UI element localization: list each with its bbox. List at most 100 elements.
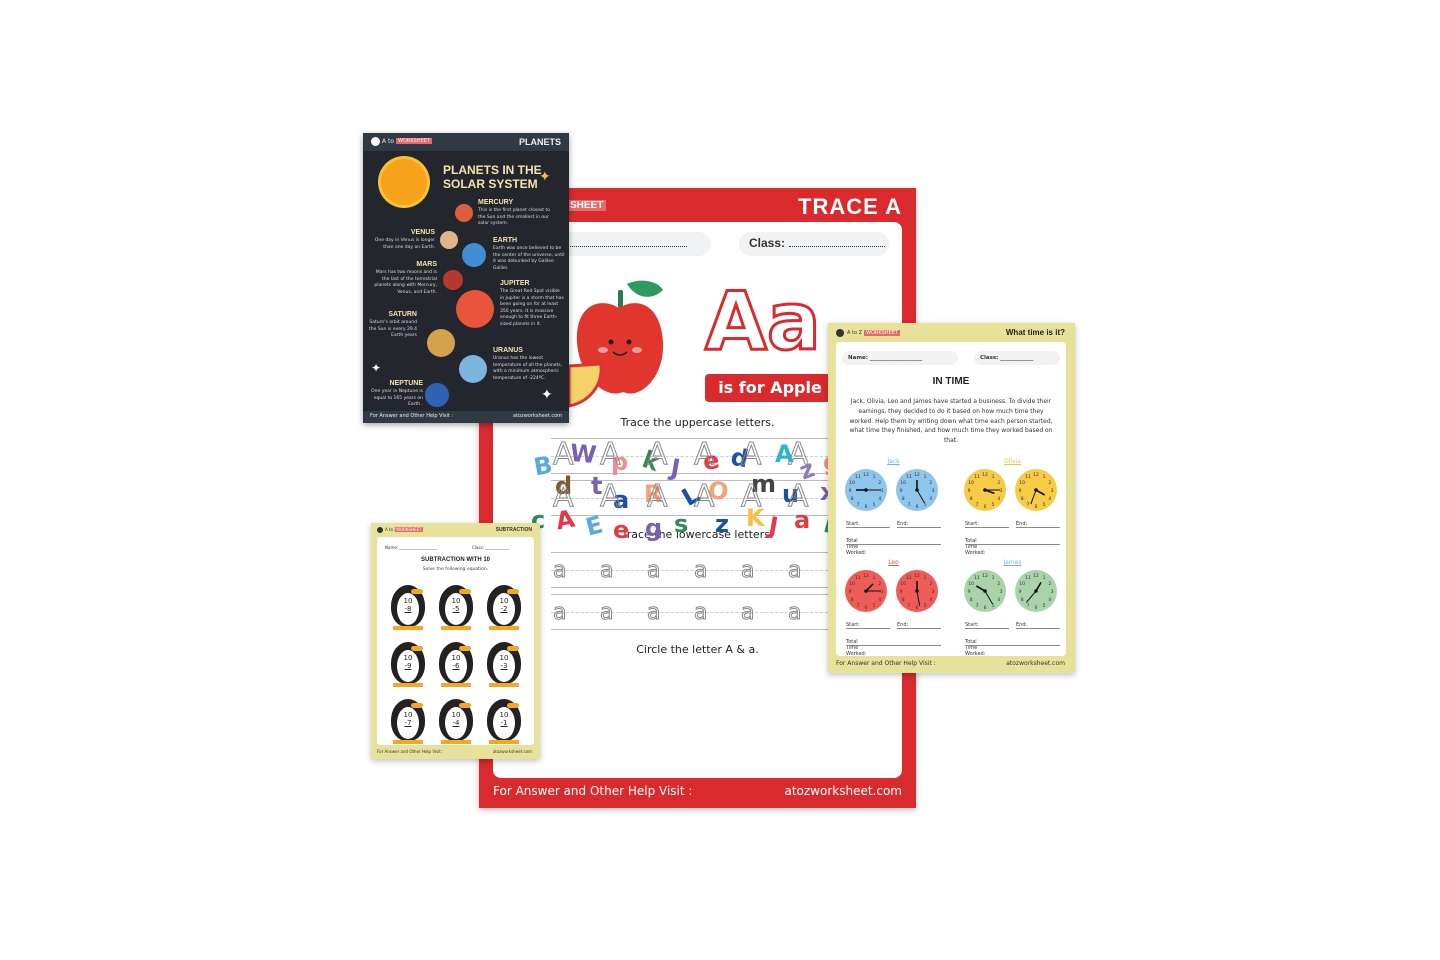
svg-text:2: 2 — [1048, 581, 1051, 587]
penguin-problem: 10 -8 — [387, 581, 429, 631]
svg-text:9: 9 — [849, 589, 852, 595]
venus-icon — [440, 231, 458, 249]
instructions: Jack, Olivia, Leo and James have started… — [849, 398, 1053, 445]
svg-text:7: 7 — [857, 502, 860, 508]
start-input[interactable] — [965, 522, 1009, 528]
end-input[interactable] — [897, 623, 941, 629]
svg-text:12: 12 — [982, 573, 988, 579]
clock-icon: 1234567891011 12 — [845, 469, 887, 511]
subtrahend: -8 — [404, 605, 412, 613]
planet-name: VENUS — [410, 229, 435, 236]
header-bar: A to Z WORKSHEET PLANETS — [363, 133, 569, 151]
name-field[interactable]: Name: ___________________ — [385, 545, 437, 550]
minuend: 10 — [499, 597, 509, 605]
uranus-icon — [459, 355, 487, 383]
planet-name: EARTH — [493, 237, 518, 244]
minuend: 10 — [499, 711, 509, 719]
planet-description: Uranus has the lowest temperature of all… — [493, 356, 563, 381]
svg-text:2: 2 — [1048, 480, 1051, 486]
svg-text:2: 2 — [929, 581, 932, 587]
clock-icon: 1234567891011 12 — [896, 469, 938, 511]
planet-name: JUPITER — [500, 280, 530, 287]
subtrahend: -1 — [500, 719, 508, 727]
svg-text:11: 11 — [1025, 575, 1031, 581]
total-input[interactable] — [965, 640, 1060, 646]
footer-website-link[interactable]: atozworksheet.com — [784, 784, 902, 798]
trace-letter: A — [694, 437, 716, 473]
planet-description: Saturn's orbit around the Sun is every 2… — [369, 320, 417, 338]
svg-text:8: 8 — [902, 496, 905, 502]
svg-text:10: 10 — [900, 581, 906, 587]
scatter-letter[interactable]: g — [645, 514, 662, 542]
svg-text:4: 4 — [1048, 496, 1051, 502]
name-field[interactable]: Name: ___________________ — [842, 351, 958, 365]
brand-tag: SHEET — [567, 200, 607, 211]
person-name: James — [1003, 559, 1022, 566]
penguin-problem: 10 -2 — [483, 581, 525, 631]
svg-text:10: 10 — [849, 581, 855, 587]
trace-letter: a — [552, 558, 567, 584]
svg-text:8: 8 — [851, 597, 854, 603]
total-input[interactable] — [846, 539, 941, 545]
svg-text:8: 8 — [902, 597, 905, 603]
svg-text:11: 11 — [1025, 474, 1031, 480]
svg-text:12: 12 — [863, 573, 869, 579]
class-field[interactable]: Class: ____________ — [472, 545, 509, 550]
start-input[interactable] — [965, 623, 1009, 629]
worksheet-title: IN TIME — [932, 376, 970, 387]
penguin-problem: 10 -7 — [387, 695, 429, 745]
svg-text:11: 11 — [855, 575, 861, 581]
svg-text:11: 11 — [906, 575, 912, 581]
brand-tag: WORKSHEET — [864, 330, 900, 336]
end-input[interactable] — [1016, 623, 1060, 629]
mars-icon — [443, 270, 463, 290]
svg-text:8: 8 — [851, 496, 854, 502]
svg-text:9: 9 — [1019, 589, 1022, 595]
svg-text:2: 2 — [929, 480, 932, 486]
worksheet-title: TRACE A — [798, 194, 902, 219]
svg-text:3: 3 — [932, 589, 935, 595]
footer-website-link[interactable]: atozworksheet.com — [513, 413, 562, 419]
class-field[interactable]: Class: — [739, 232, 889, 256]
trace-letter: A — [788, 437, 810, 473]
svg-text:5: 5 — [1043, 603, 1046, 609]
start-input[interactable] — [846, 623, 890, 629]
scatter-letter[interactable]: s — [674, 510, 688, 538]
scatter-letter[interactable]: e — [613, 516, 629, 544]
svg-text:12: 12 — [982, 472, 988, 478]
svg-text:12: 12 — [863, 472, 869, 478]
svg-text:2: 2 — [997, 480, 1000, 486]
total-input[interactable] — [965, 539, 1060, 545]
svg-text:12: 12 — [1033, 573, 1039, 579]
svg-text:4: 4 — [997, 496, 1000, 502]
svg-text:11: 11 — [974, 474, 980, 480]
trace-letter: A — [600, 479, 622, 515]
total-input[interactable] — [846, 640, 941, 646]
svg-text:5: 5 — [924, 603, 927, 609]
svg-text:10: 10 — [900, 480, 906, 486]
scatter-letter[interactable]: z — [715, 510, 729, 538]
penguin-problem: 10 -5 — [435, 581, 477, 631]
subtrahend: -5 — [452, 605, 460, 613]
saturn-icon — [427, 329, 455, 357]
svg-text:4: 4 — [878, 597, 881, 603]
end-input[interactable] — [897, 522, 941, 528]
start-input[interactable] — [846, 522, 890, 528]
footer-website-link[interactable]: atozworksheet.com — [1006, 660, 1065, 667]
svg-text:12: 12 — [1033, 472, 1039, 478]
svg-text:1: 1 — [873, 575, 876, 581]
clock-icon: 1234567891011 12 — [1015, 469, 1057, 511]
footer-help-text: For Answer and Other Help Visit : — [493, 784, 693, 798]
trace-letter: a — [740, 558, 755, 584]
footer-website-link[interactable]: atozworksheet.com — [493, 749, 532, 754]
mercury-icon — [455, 204, 473, 222]
clock-icon: 1234567891011 12 — [896, 570, 938, 612]
svg-text:7: 7 — [976, 502, 979, 508]
class-field[interactable]: Class: ____________ — [974, 351, 1060, 365]
svg-text:5: 5 — [1043, 502, 1046, 508]
trace-letter: a — [599, 558, 614, 584]
svg-text:1: 1 — [873, 474, 876, 480]
svg-text:4: 4 — [997, 597, 1000, 603]
end-input[interactable] — [1016, 522, 1060, 528]
svg-text:10: 10 — [1019, 480, 1025, 486]
